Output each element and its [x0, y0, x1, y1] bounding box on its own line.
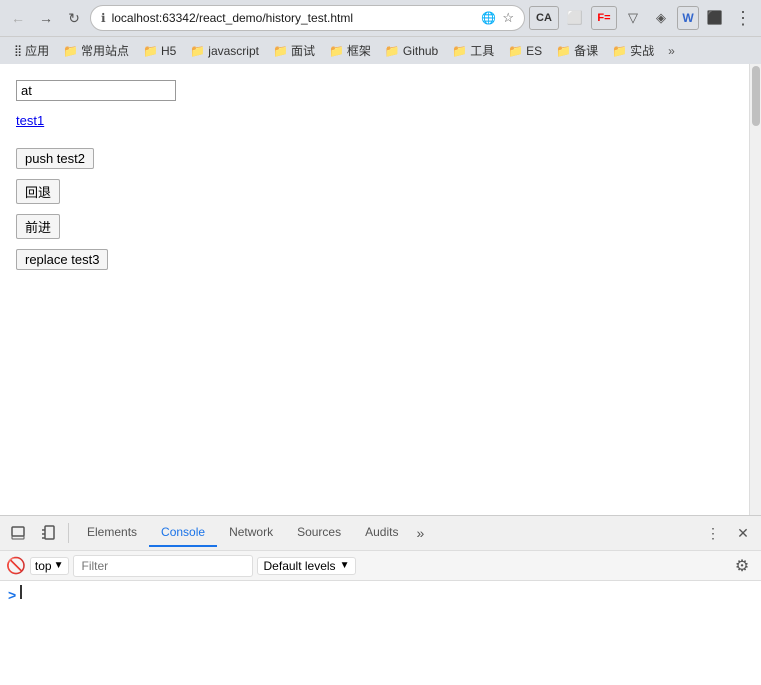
nav-icons: CA ⬜ F= ▽ ◈ W ⬛ ⋮ — [529, 6, 755, 30]
devtools-gear-button[interactable]: ⚙ — [729, 553, 755, 579]
menu-button[interactable]: ⋮ — [731, 6, 755, 30]
filter-input[interactable] — [73, 555, 253, 577]
page-content: test1 push test2 回退 前进 replace test3 — [0, 64, 749, 515]
tab-network[interactable]: Network — [217, 519, 285, 547]
replace-test3-button[interactable]: replace test3 — [16, 249, 108, 270]
ext-arrow-button[interactable]: ▽ — [621, 6, 645, 30]
folder-icon-7: 📁 — [508, 44, 523, 58]
console-prompt: > — [8, 587, 16, 603]
tab-audits[interactable]: Audits — [353, 519, 410, 547]
bookmark-h5[interactable]: 📁 H5 — [137, 42, 182, 60]
folder-icon-1: 📁 — [143, 44, 158, 58]
folder-icon-9: 📁 — [612, 44, 627, 58]
bookmark-practice[interactable]: 📁 实战 — [606, 40, 660, 61]
inspect-element-button[interactable] — [4, 519, 32, 547]
search-input[interactable] — [16, 80, 176, 101]
translate-icon: 🌐 — [481, 11, 496, 25]
bookmark-common-sites[interactable]: 📁 常用站点 — [57, 40, 135, 61]
bookmark-label-7: ES — [526, 44, 542, 58]
levels-dropdown-arrow: ▼ — [340, 560, 350, 571]
scrollbar-track[interactable] — [749, 64, 761, 515]
bookmark-framework[interactable]: 📁 框架 — [323, 40, 377, 61]
devtools-close-button[interactable]: ✕ — [729, 519, 757, 547]
bookmark-label-1: H5 — [161, 44, 176, 58]
bookmark-apps[interactable]: ⣿ 应用 — [8, 40, 55, 61]
reload-button[interactable]: ↻ — [62, 6, 86, 30]
ext-diamond-button[interactable]: ◈ — [649, 6, 673, 30]
devtools-tabs: Elements Console Network Sources Audits … — [75, 519, 697, 547]
context-label: top — [35, 559, 52, 573]
address-text: localhost:63342/react_demo/history_test.… — [112, 11, 476, 25]
browser-chrome: ← → ↻ ℹ localhost:63342/react_demo/histo… — [0, 0, 761, 64]
levels-label: Default levels — [264, 559, 336, 573]
device-toggle-button[interactable] — [34, 519, 62, 547]
ext-w-button[interactable]: W — [677, 6, 699, 30]
bookmark-label-5: Github — [403, 44, 438, 58]
tab-sources[interactable]: Sources — [285, 519, 353, 547]
bookmark-label-2: javascript — [208, 44, 259, 58]
star-icon[interactable]: ☆ — [502, 10, 514, 26]
folder-icon-5: 📁 — [385, 44, 400, 58]
folder-icon-0: 📁 — [63, 44, 78, 58]
bookmark-apps-label: 应用 — [25, 42, 49, 59]
push-test2-button[interactable]: push test2 — [16, 148, 94, 169]
bookmark-label-4: 框架 — [347, 42, 371, 59]
bookmark-label-3: 面试 — [291, 42, 315, 59]
lock-icon: ℹ — [101, 11, 106, 25]
address-bar[interactable]: ℹ localhost:63342/react_demo/history_tes… — [90, 5, 525, 31]
more-tabs-button[interactable]: » — [410, 521, 430, 545]
ext-grid-button[interactable]: ⬛ — [703, 6, 727, 30]
ext-fe-button[interactable]: F= — [591, 6, 617, 30]
forward-button-page[interactable]: 前进 — [16, 214, 60, 239]
context-selector[interactable]: top ▼ — [30, 557, 69, 575]
apps-grid-icon: ⣿ — [14, 44, 22, 57]
nav-bar: ← → ↻ ℹ localhost:63342/react_demo/histo… — [0, 0, 761, 36]
bookmark-prep[interactable]: 📁 备课 — [550, 40, 604, 61]
bookmark-tools[interactable]: 📁 工具 — [446, 40, 500, 61]
bookmark-interview[interactable]: 📁 面试 — [267, 40, 321, 61]
devtools-header: Elements Console Network Sources Audits … — [0, 516, 761, 551]
scrollbar-thumb[interactable] — [752, 66, 760, 126]
folder-icon-6: 📁 — [452, 44, 467, 58]
folder-icon-2: 📁 — [190, 44, 205, 58]
folder-icon-8: 📁 — [556, 44, 571, 58]
folder-icon-3: 📁 — [273, 44, 288, 58]
bookmark-label-9: 实战 — [630, 42, 654, 59]
console-cursor — [20, 585, 22, 599]
tab-elements[interactable]: Elements — [75, 519, 149, 547]
devtools-toolbar: 🚫 top ▼ Default levels ▼ ⚙ — [0, 551, 761, 581]
folder-icon-4: 📁 — [329, 44, 344, 58]
devtools-separator — [68, 523, 69, 543]
back-button[interactable]: ← — [6, 6, 30, 30]
context-dropdown-arrow: ▼ — [54, 560, 64, 571]
bookmark-github[interactable]: 📁 Github — [379, 42, 444, 60]
devtools-actions: ⋮ ✕ — [699, 519, 757, 547]
bookmarks-more-button[interactable]: » — [664, 42, 679, 60]
ext-square-button[interactable]: ⬜ — [563, 6, 587, 30]
devtools-settings-button[interactable]: ⋮ — [699, 519, 727, 547]
bookmark-label-0: 常用站点 — [81, 42, 129, 59]
ext-ca-button[interactable]: CA — [529, 6, 559, 30]
devtools-panel: Elements Console Network Sources Audits … — [0, 515, 761, 685]
devtools-console[interactable]: > — [0, 581, 761, 685]
bookmarks-bar: ⣿ 应用 📁 常用站点 📁 H5 📁 javascript 📁 面试 📁 框架 … — [0, 36, 761, 64]
bookmark-label-8: 备课 — [574, 42, 598, 59]
forward-button[interactable]: → — [34, 6, 58, 30]
bookmark-javascript[interactable]: 📁 javascript — [184, 42, 265, 60]
clear-console-button[interactable]: 🚫 — [6, 556, 26, 576]
bookmark-label-6: 工具 — [470, 42, 494, 59]
bookmark-es[interactable]: 📁 ES — [502, 42, 548, 60]
tab-console[interactable]: Console — [149, 519, 217, 547]
back-button-page[interactable]: 回退 — [16, 179, 60, 204]
main-area: test1 push test2 回退 前进 replace test3 — [0, 64, 761, 515]
test1-link[interactable]: test1 — [16, 113, 733, 128]
levels-selector[interactable]: Default levels ▼ — [257, 557, 357, 575]
